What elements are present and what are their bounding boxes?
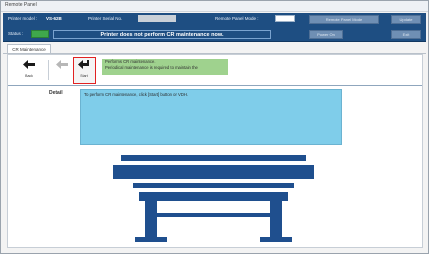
detail-text: To perform CR maintenance, click [Start]…	[84, 92, 189, 97]
cr-maintenance-panel: Back Start Performs CR maintenance. Peri…	[7, 54, 423, 248]
title-bar: Remote Panel	[1, 1, 428, 12]
detail-box: To perform CR maintenance, click [Start]…	[80, 89, 342, 145]
serial-value-box	[138, 15, 176, 22]
toolbar-divider	[48, 60, 49, 80]
remote-panel-mode-button[interactable]: Remote Panel Mode	[309, 15, 379, 24]
update-button[interactable]: Update	[391, 15, 421, 24]
status-label: Status :	[8, 31, 24, 36]
exit-button[interactable]: Exit	[391, 30, 421, 39]
power-on-button[interactable]: Power On	[309, 30, 343, 39]
start-enter-icon	[75, 59, 93, 74]
back-arrow-icon	[20, 59, 38, 74]
remote-panel-window: Remote Panel Printer model : VS-62B Prin…	[0, 0, 429, 254]
start-label: Start	[80, 74, 88, 78]
back-label: Back	[25, 74, 33, 78]
printer-model-value: VS-62B	[46, 16, 62, 21]
printer-model-label: Printer model :	[8, 16, 38, 21]
mode-label: Remote Panel Mode :	[215, 16, 259, 21]
forward-button	[53, 59, 71, 81]
status-message: Printer does not perform CR maintenance …	[53, 30, 271, 39]
window-title: Remote Panel	[5, 2, 37, 8]
toolbar: Back Start Performs CR maintenance. Peri…	[8, 55, 422, 86]
back-button[interactable]: Back	[20, 59, 38, 81]
tab-strip: CR Maintenance	[3, 44, 426, 54]
status-indicator	[31, 30, 49, 38]
printer-icon	[101, 155, 326, 245]
detail-label: Detail	[49, 90, 63, 96]
header-bar: Printer model : VS-62B Printer Serial No…	[3, 13, 426, 42]
start-button[interactable]: Start	[75, 59, 93, 81]
forward-arrow-icon	[53, 59, 71, 74]
tab-cr-maintenance[interactable]: CR Maintenance	[7, 44, 51, 53]
mode-value-box	[275, 15, 295, 22]
serial-label: Printer Serial No.	[88, 16, 123, 21]
info-note-line2: Periodical maintenance is required to ma…	[105, 64, 198, 70]
info-note: Performs CR maintenance. Periodical main…	[102, 59, 228, 75]
start-button-highlight: Start	[73, 57, 96, 84]
